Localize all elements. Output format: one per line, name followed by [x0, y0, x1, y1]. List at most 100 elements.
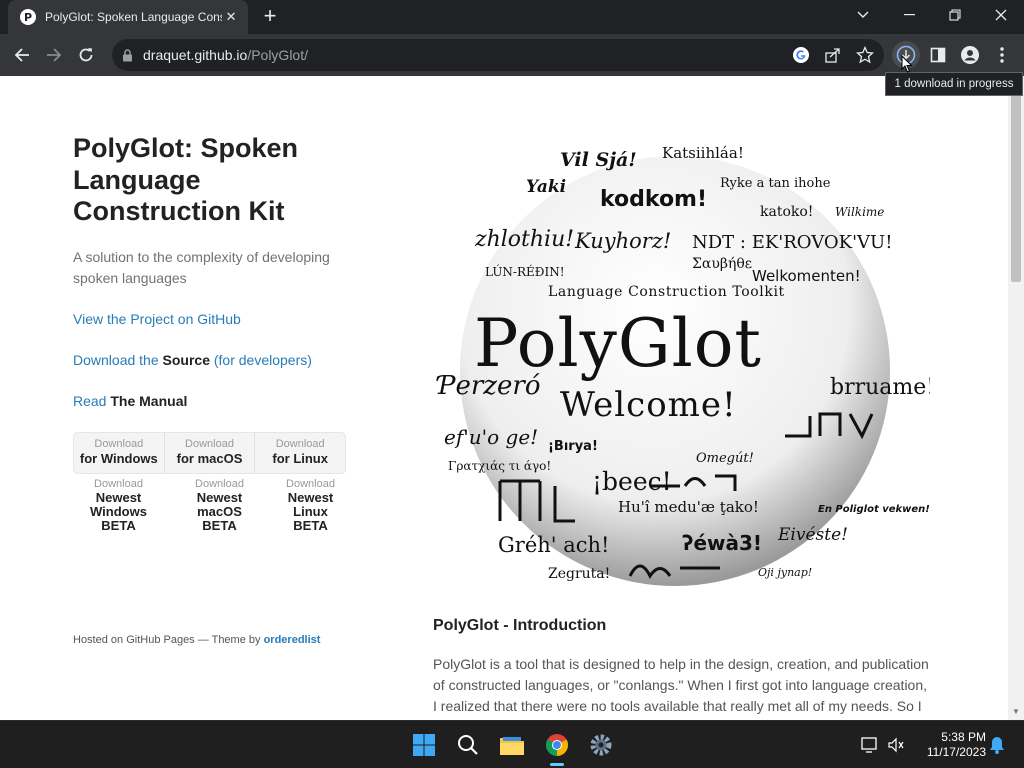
download-macos-button[interactable]: Download for macOS — [165, 433, 256, 473]
logo-toolkit: Language Construction Toolkit — [548, 284, 785, 300]
lock-icon — [123, 48, 132, 61]
intro-paragraph: PolyGlot is a tool that is designed to h… — [433, 656, 929, 714]
download-linux-small: Download — [275, 438, 325, 450]
profile-icon[interactable] — [956, 41, 984, 69]
logo-word-23: Eivéste! — [777, 525, 848, 545]
download-source-link[interactable]: Download the Source (for developers) — [73, 352, 312, 368]
logo-word-27: Zegruta! — [548, 566, 610, 582]
url-path: /PolyGlot/ — [247, 47, 309, 63]
side-panel-icon[interactable] — [924, 41, 952, 69]
tab-search-icon[interactable] — [840, 0, 886, 30]
logo-word-6: katoko! — [760, 204, 813, 220]
logo-word-25: ʔéwà3! — [682, 531, 762, 555]
tab-title: PolyGlot: Spoken Language Construction K… — [45, 10, 222, 24]
read-prefix: Read — [73, 393, 107, 409]
logo-word-8: zhlothiu! — [474, 227, 574, 252]
reload-icon[interactable] — [72, 41, 100, 69]
logo-word-20: ¡beec! — [592, 467, 672, 496]
logo-word-2: Katsiihláa! — [662, 144, 744, 162]
favicon-icon: P — [20, 9, 36, 25]
logo-word-1: Vil Sjá! — [560, 149, 637, 171]
chrome-active-indicator — [550, 763, 564, 766]
forward-icon[interactable] — [40, 41, 68, 69]
download-linux-button[interactable]: Download for Linux — [255, 433, 345, 473]
download-source-prefix: Download the — [73, 352, 159, 368]
page-scrollbar[interactable]: ▲ ▼ — [1008, 76, 1024, 720]
beta-windows-label: Newest Windows BETA — [90, 490, 147, 533]
beta-downloads: Download Newest Windows BETA Download Ne… — [73, 478, 346, 533]
minimize-icon[interactable] — [886, 0, 932, 30]
menu-icon[interactable] — [988, 41, 1016, 69]
tray-clock[interactable]: 5:38 PM 11/17/2023 — [914, 730, 986, 760]
notification-bell-icon[interactable] — [986, 729, 1008, 761]
beta-windows-button[interactable]: Download Newest Windows BETA — [73, 478, 164, 533]
logo-word-13: Welkomenten! — [752, 267, 861, 285]
beta-linux-button[interactable]: Download Newest Linux BETA — [275, 478, 346, 533]
logo-word-15: brruame! — [830, 375, 930, 400]
github-link[interactable]: View the Project on GitHub — [73, 311, 241, 327]
download-source-bold: Source — [162, 352, 210, 368]
page-subtitle: A solution to the complexity of developi… — [73, 249, 330, 286]
clock-time: 5:38 PM — [941, 730, 986, 744]
logo-word-26: Oji jynap! — [758, 566, 812, 579]
intro-heading: PolyGlot - Introduction — [433, 617, 607, 634]
browser-tab-active[interactable]: P PolyGlot: Spoken Language Construction… — [8, 0, 248, 34]
close-window-icon[interactable] — [978, 0, 1024, 30]
logo-word-14: Ƥerzeró — [436, 371, 540, 401]
download-macos-label: for macOS — [176, 451, 243, 466]
page-title: PolyGlot: Spoken Language Construction K… — [73, 133, 299, 226]
browser-toolbar: draquet.github.io/PolyGlot/ — [0, 34, 1024, 76]
manual-link[interactable]: Read The Manual — [73, 393, 187, 409]
bookmark-star-icon[interactable] — [855, 45, 875, 69]
download-windows-small: Download — [94, 438, 144, 450]
url-host: draquet.github.io — [143, 47, 248, 63]
new-tab-icon[interactable]: + — [258, 4, 282, 28]
download-windows-label: for Windows — [79, 451, 158, 466]
download-linux-label: for Linux — [272, 451, 328, 466]
polyglot-logo: Vil Sjá! Katsiihláa! Yaki kodkom! Ryke a… — [436, 144, 930, 586]
windows-start-icon[interactable] — [408, 729, 440, 761]
beta-macos-button[interactable]: Download Newest macOS BETA — [164, 478, 275, 533]
close-tab-icon[interactable]: ✕ — [222, 9, 240, 25]
file-explorer-icon[interactable] — [496, 729, 528, 761]
hosted-prefix: Hosted on GitHub Pages — Theme by — [73, 634, 261, 646]
hosted-footer: Hosted on GitHub Pages — Theme by ordere… — [73, 634, 320, 646]
clock-date: 11/17/2023 — [926, 745, 986, 759]
logo-word-21: Hu'î medu'æ ţako! — [618, 498, 759, 516]
web-page: PolyGlot: Spoken Language Construction K… — [0, 76, 1008, 720]
mouse-cursor-icon — [901, 55, 913, 73]
share-icon[interactable] — [824, 46, 842, 69]
download-macos-small: Download — [185, 438, 234, 450]
beta-macos-label: Newest macOS BETA — [196, 490, 243, 533]
restore-icon[interactable] — [932, 0, 978, 30]
scroll-down-icon[interactable]: ▼ — [1008, 704, 1024, 720]
logo-word-22: En Poliglot vekwen! — [818, 504, 930, 515]
logo-word-17: ¡Bırya! — [548, 439, 598, 454]
download-tooltip: 1 download in progress — [885, 72, 1023, 96]
scroll-thumb[interactable] — [1011, 92, 1021, 282]
search-icon[interactable] — [452, 729, 484, 761]
windows-taskbar: 5:38 PM 11/17/2023 — [0, 720, 1024, 768]
network-volume-icon[interactable] — [882, 729, 910, 761]
download-buttons: Download for Windows Download for macOS … — [73, 432, 346, 474]
logo-word-12: LÚN-RÉÐIN! — [485, 263, 565, 279]
logo-word-7: Wilkime — [835, 205, 884, 219]
tab-strip: P PolyGlot: Spoken Language Construction… — [0, 0, 1024, 34]
download-source-suffix: (for developers) — [213, 352, 312, 368]
settings-gear-icon[interactable] — [585, 729, 617, 761]
address-bar[interactable]: draquet.github.io/PolyGlot/ — [112, 39, 884, 71]
download-windows-button[interactable]: Download for Windows — [74, 433, 165, 473]
logo-word-9: Kuyhorz! — [574, 229, 671, 253]
logo-word-3: Yaki — [526, 177, 566, 197]
logo-word-19: Γρατχιάς τι άγο! — [448, 459, 551, 473]
logo-word-5: Ryke a tan ihohe — [720, 176, 831, 191]
logo-word-16: ef'u'o ge! — [444, 425, 538, 449]
back-icon[interactable] — [8, 41, 36, 69]
read-bold: The Manual — [110, 393, 188, 409]
logo-word-4: kodkom! — [600, 187, 707, 212]
chrome-icon[interactable] — [541, 729, 573, 761]
theme-link[interactable]: orderedlist — [264, 634, 321, 646]
google-icon[interactable] — [792, 46, 810, 69]
notification-tray-icon[interactable] — [856, 729, 884, 761]
logo-welcome: Welcome! — [560, 385, 737, 425]
